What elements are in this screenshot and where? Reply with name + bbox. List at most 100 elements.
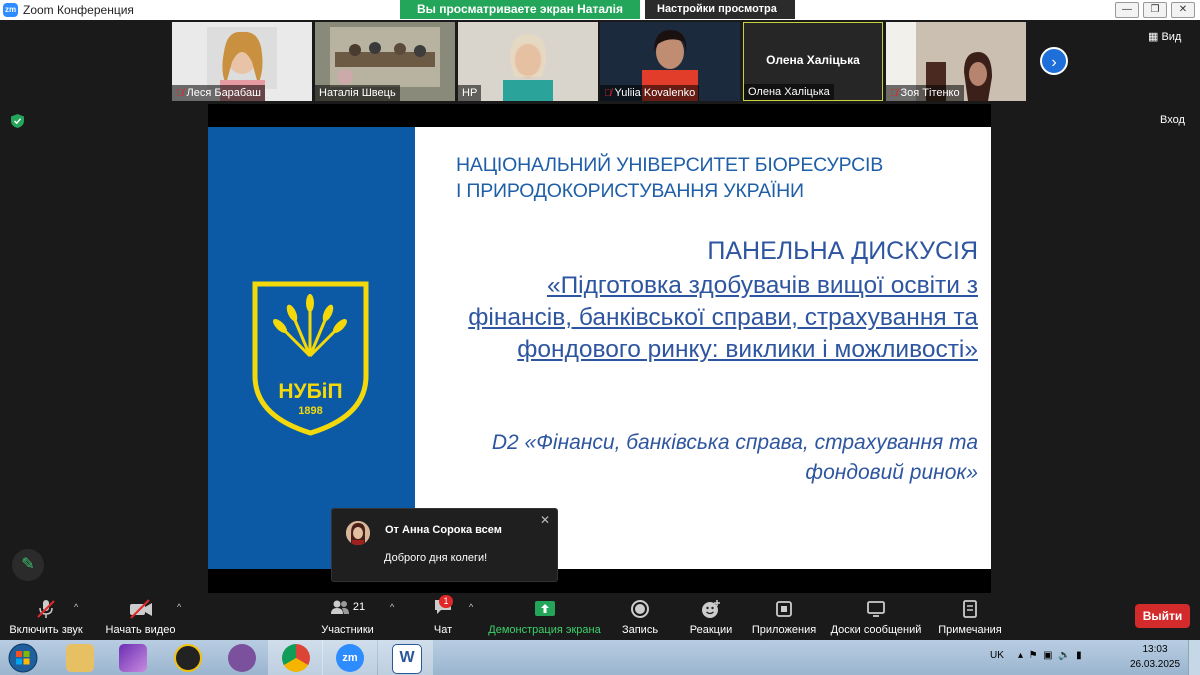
tray-icons[interactable]: ▴ ⚑ ▣ 🔈 ▮ <box>1018 650 1082 661</box>
participant-name-text: Леся Барабаш <box>186 87 261 99</box>
viber-icon <box>228 644 256 672</box>
whiteboards-label: Доски сообщений <box>830 624 922 636</box>
next-page-button[interactable]: › <box>1040 47 1068 75</box>
chat-badge: 1 <box>439 595 453 608</box>
start-video-button[interactable]: Начать видео <box>103 598 178 636</box>
zoom-logo-icon: zm <box>3 3 18 17</box>
chat-message: Доброго дня колеги! <box>384 552 488 564</box>
language-indicator[interactable]: UK <box>990 650 1004 661</box>
whiteboards-button[interactable]: Доски сообщений <box>828 598 924 636</box>
participants-count: 21 <box>352 601 366 613</box>
participant-tile[interactable]: 🎙̸ Yuliia Kovalenko <box>600 22 740 101</box>
participant-tile-active[interactable]: Олена Халіцька Олена Халіцька <box>743 22 883 101</box>
exit-button[interactable]: Вход <box>1160 114 1185 126</box>
participant-name-text: Зоя Тітенко <box>900 87 960 99</box>
taskbar-chrome[interactable] <box>268 640 323 675</box>
taskbar-zoom[interactable]: zm <box>322 640 377 675</box>
zoom-icon: zm <box>336 644 364 672</box>
participants-button[interactable]: 21 Участники <box>315 598 380 636</box>
apps-button[interactable]: Приложения <box>750 598 818 636</box>
share-screen-button[interactable]: Демонстрация экрана <box>487 598 602 636</box>
grid-icon: ▦ <box>1148 31 1162 43</box>
notes-button[interactable]: Примечания <box>936 598 1004 636</box>
participant-tile[interactable]: 🎙̸ Леся Барабаш <box>172 22 312 101</box>
notes-icon <box>963 600 977 618</box>
chevron-up-icon[interactable]: ^ <box>390 602 394 612</box>
app-icon <box>119 644 147 672</box>
whiteboard-icon <box>867 601 885 617</box>
taskbar-word[interactable]: W <box>378 640 433 675</box>
participants-icon <box>330 600 349 615</box>
notes-label: Примечания <box>938 624 1002 636</box>
participant-name: 🎙̸ Леся Барабаш <box>172 85 265 101</box>
taskbar-app[interactable] <box>160 640 215 675</box>
chrome-icon <box>282 644 310 672</box>
close-icon[interactable]: ✕ <box>540 513 550 527</box>
record-label: Запись <box>621 624 659 636</box>
chat-icon-wrap: 1 <box>423 595 463 620</box>
participant-name: HP <box>458 85 482 101</box>
word-icon: W <box>392 644 422 674</box>
reactions-button[interactable]: Реакции <box>686 598 736 636</box>
pencil-icon[interactable]: ✎ <box>12 549 44 581</box>
avatar <box>346 521 370 545</box>
taskbar-app[interactable] <box>105 640 160 675</box>
participant-name-text: Yuliia Kovalenko <box>614 87 696 99</box>
video-off-icon <box>129 599 152 619</box>
view-button[interactable]: ▦ Вид <box>1148 30 1181 43</box>
share-screen-label: Демонстрация экрана <box>488 624 601 636</box>
chat-notification[interactable]: От Анна Сорока всем Доброго дня колеги! … <box>331 508 558 582</box>
participant-name: Наталія Швець <box>315 85 400 101</box>
apps-icon <box>776 601 792 617</box>
security-shield-icon[interactable] <box>11 114 24 128</box>
participant-tile[interactable]: 🎙̸ Зоя Тітенко <box>886 22 1026 101</box>
participants-label: Участники <box>321 624 374 636</box>
leave-button[interactable]: Выйти <box>1135 604 1190 628</box>
view-settings-dropdown[interactable]: Настройки просмотра ⌄ <box>645 0 795 34</box>
view-button-label: Вид <box>1161 31 1182 43</box>
start-video-label: Начать видео <box>105 624 176 636</box>
unmute-label: Включить звук <box>9 624 83 636</box>
logo-year: 1898 <box>298 405 322 417</box>
participant-name: Олена Халіцька <box>744 84 834 100</box>
taskbar-viber[interactable] <box>214 640 269 675</box>
slide-specialty: D2 «Фінанси, банківська справа, страхува… <box>491 431 978 484</box>
taskbar-explorer[interactable] <box>52 640 107 675</box>
chevron-right-icon: › <box>1051 54 1057 71</box>
slide-topic: «Підготовка здобувачів вищої освіти з фі… <box>468 272 978 363</box>
mic-muted-icon: 🎙̸ <box>176 88 184 99</box>
minimize-button[interactable]: — <box>1115 2 1139 18</box>
view-settings-label: Настройки просмотра <box>657 3 777 15</box>
slide-title: ПАНЕЛЬНА ДИСКУСІЯ <box>707 237 978 265</box>
participant-name: 🎙̸ Зоя Тітенко <box>886 85 964 101</box>
chevron-up-icon[interactable]: ^ <box>177 602 181 612</box>
university-name: НАЦІОНАЛЬНИЙ УНІВЕРСИТЕТ БІОРЕСУРСІВ І П… <box>456 152 883 204</box>
university-line: І ПРИРОДОКОРИСТУВАННЯ УКРАЇНИ <box>456 180 804 202</box>
participant-name-text: Наталія Швець <box>319 87 396 99</box>
clock-time[interactable]: 13:03 <box>1130 644 1180 655</box>
participant-tile[interactable]: HP <box>458 22 598 101</box>
restore-button[interactable]: ❐ <box>1143 2 1167 18</box>
apps-label: Приложения <box>751 624 817 636</box>
folder-icon <box>66 644 94 672</box>
record-button[interactable]: Запись <box>616 598 664 636</box>
chat-button[interactable]: 1 Чат <box>423 595 463 636</box>
show-desktop-button[interactable] <box>1188 640 1200 675</box>
mic-muted-icon: 🎙̸ <box>890 88 898 99</box>
participant-tile[interactable]: Наталія Швець <box>315 22 455 101</box>
nubip-shield-logo: НУБіП 1898 <box>252 281 369 436</box>
chevron-up-icon[interactable]: ^ <box>74 602 78 612</box>
windows-start-icon <box>8 643 38 673</box>
logo-text: НУБіП <box>278 380 342 403</box>
sharing-banner: Вы просматриваете экран Наталія Швець <box>400 0 640 35</box>
clock-date[interactable]: 26.03.2025 <box>1130 659 1180 670</box>
close-button[interactable]: ✕ <box>1171 2 1195 18</box>
app-icon <box>174 644 202 672</box>
chevron-up-icon[interactable]: ^ <box>469 602 473 612</box>
start-button[interactable] <box>0 640 48 675</box>
participant-name: 🎙̸ Yuliia Kovalenko <box>600 85 700 101</box>
window-title: Zoom Конференция <box>23 3 134 17</box>
share-screen-icon <box>534 601 555 616</box>
record-icon <box>631 600 649 618</box>
chat-label: Чат <box>433 624 453 636</box>
